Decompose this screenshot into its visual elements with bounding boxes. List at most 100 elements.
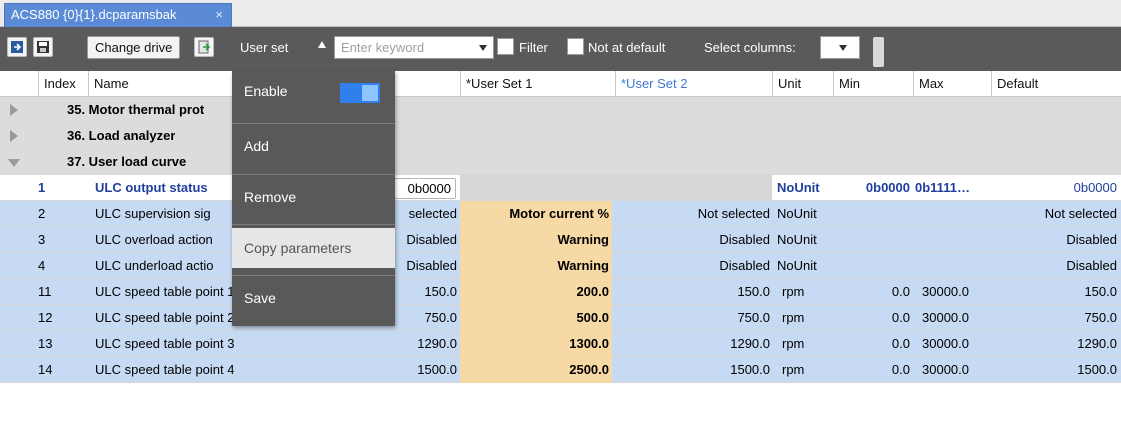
group-row[interactable]: 36. Load analyzer: [0, 123, 1121, 149]
not-at-default-checkbox[interactable]: [567, 38, 584, 55]
user-set-menu-label[interactable]: User set: [240, 40, 288, 55]
row-user-set-2[interactable]: Disabled: [615, 253, 770, 279]
table-row[interactable]: 13 ULC speed table point 3 1290.0 1300.0…: [0, 331, 1121, 357]
row-value[interactable]: 1500.0: [395, 357, 457, 383]
collapse-icon[interactable]: [8, 159, 20, 167]
table-row[interactable]: 11 ULC speed table point 1 150.0 200.0 1…: [0, 279, 1121, 305]
chevron-down-icon[interactable]: [479, 45, 487, 51]
export-icon[interactable]: [194, 37, 214, 57]
row-max: 30000.0: [922, 362, 969, 377]
row-user-set-2[interactable]: 1500.0: [615, 357, 770, 383]
row-user-set-2[interactable]: 750.0: [615, 305, 770, 331]
row-value-field[interactable]: 0b0000: [394, 178, 456, 199]
expand-icon[interactable]: [10, 130, 18, 142]
row-name: ULC overload action: [95, 232, 213, 247]
row-name: ULC speed table point 3: [95, 336, 235, 351]
enable-toggle[interactable]: [340, 83, 380, 103]
group-label: 37. User load curve: [67, 154, 187, 169]
row-user-set-1[interactable]: Warning: [460, 253, 612, 279]
table-row[interactable]: 3 ULC overload action Disabled Warning D…: [0, 227, 1121, 253]
not-at-default-label: Not at default: [588, 40, 666, 55]
row-default: 0b0000: [1073, 180, 1117, 195]
column-header-user-set-1[interactable]: *User Set 1: [460, 71, 532, 97]
table-row[interactable]: 12 ULC speed table point 2 750.0 500.0 7…: [0, 305, 1121, 331]
table-row[interactable]: 14 ULC speed table point 4 1500.0 2500.0…: [0, 357, 1121, 383]
row-index: 11: [38, 284, 52, 299]
table-row[interactable]: 1 ULC output status 0b0000 NoUnit 0b0000…: [0, 175, 1121, 201]
table-row[interactable]: 2 ULC supervision sig selected Motor cur…: [0, 201, 1121, 227]
row-default: 1500.0: [1077, 362, 1117, 377]
row-user-set-2[interactable]: 1290.0: [615, 331, 770, 357]
menu-item-copy-parameters[interactable]: Copy parameters: [232, 228, 395, 268]
menu-item-add[interactable]: Add: [232, 126, 395, 166]
row-index: 1: [38, 180, 46, 195]
column-header-index[interactable]: Index: [38, 71, 76, 97]
row-user-set-1[interactable]: 2500.0: [460, 357, 612, 383]
group-row[interactable]: 35. Motor thermal prot: [0, 97, 1121, 123]
save-icon[interactable]: [33, 37, 53, 57]
row-max: 30000.0: [922, 310, 969, 325]
row-index: 14: [38, 362, 53, 377]
caret-up-icon[interactable]: [318, 41, 326, 48]
row-index: 12: [38, 310, 53, 325]
tab-document[interactable]: ACS880 {0}{1}.dcparamsbak ×: [4, 3, 232, 27]
row-index: 2: [38, 206, 46, 221]
row-unit: rpm: [782, 362, 805, 377]
row-user-set-2[interactable]: 150.0: [615, 279, 770, 305]
tab-title: ACS880 {0}{1}.dcparamsbak: [11, 7, 177, 22]
row-unit: rpm: [782, 336, 805, 351]
row-max: 30000.0: [922, 284, 969, 299]
row-user-set-2[interactable]: Disabled: [615, 227, 770, 253]
filter-checkbox[interactable]: [497, 38, 514, 55]
row-max: 0b1111…: [915, 180, 970, 195]
change-drive-button[interactable]: Change drive: [87, 36, 181, 59]
import-icon[interactable]: [7, 37, 27, 57]
menu-divider: [232, 224, 395, 225]
row-value[interactable]: Disabled: [395, 253, 457, 279]
column-header-name[interactable]: Name: [88, 71, 129, 97]
row-unit: NoUnit: [777, 206, 817, 221]
table-header: Index Name *User Set 1 *User Set 2 Unit …: [0, 71, 1121, 97]
menu-item-save[interactable]: Save: [232, 278, 395, 318]
row-name: ULC output status: [95, 180, 208, 195]
row-unit: NoUnit: [777, 232, 817, 247]
tab-close-icon[interactable]: ×: [215, 4, 223, 26]
column-header-default[interactable]: Default: [991, 71, 1038, 97]
group-row[interactable]: 37. User load curve: [0, 149, 1121, 175]
toolbar: Change drive User set Filter Not at defa…: [0, 27, 1121, 71]
row-index: 13: [38, 336, 53, 351]
column-header-min[interactable]: Min: [833, 71, 860, 97]
table-row[interactable]: 4 ULC underload actio Disabled Warning D…: [0, 253, 1121, 279]
expand-icon[interactable]: [10, 104, 18, 116]
row-user-set-1[interactable]: 1300.0: [460, 331, 612, 357]
row-max: 30000.0: [922, 336, 969, 351]
select-columns-dropdown[interactable]: [820, 36, 860, 59]
row-unit: rpm: [782, 310, 805, 325]
row-user-set-1[interactable]: Motor current %: [460, 201, 612, 227]
toggle-knob: [361, 84, 379, 102]
row-user-set-1[interactable]: 200.0: [460, 279, 612, 305]
row-user-set-1[interactable]: 500.0: [460, 305, 612, 331]
search-field[interactable]: [334, 36, 494, 59]
row-min: 0.0: [891, 310, 910, 325]
row-value[interactable]: 1290.0: [395, 331, 457, 357]
column-header-unit[interactable]: Unit: [772, 71, 801, 97]
row-value[interactable]: 150.0: [395, 279, 457, 305]
toolbar-scroll-handle[interactable]: [873, 37, 884, 67]
row-unit: rpm: [782, 284, 805, 299]
column-header-user-set-2[interactable]: *User Set 2: [615, 71, 687, 97]
row-min: 0.0: [891, 284, 910, 299]
row-value[interactable]: selected: [395, 201, 457, 227]
menu-item-remove[interactable]: Remove: [232, 177, 395, 217]
row-value[interactable]: 750.0: [395, 305, 457, 331]
group-label: 35. Motor thermal prot: [67, 102, 205, 117]
row-user-set-1[interactable]: Warning: [460, 227, 612, 253]
row-value[interactable]: Disabled: [395, 227, 457, 253]
row-unit: NoUnit: [777, 258, 817, 273]
group-label: 36. Load analyzer: [67, 128, 176, 143]
column-header-max[interactable]: Max: [913, 71, 944, 97]
chevron-down-icon[interactable]: [839, 45, 847, 51]
row-user-set-2[interactable]: Not selected: [615, 201, 770, 227]
menu-item-enable[interactable]: Enable: [232, 71, 395, 111]
search-input[interactable]: [335, 37, 475, 58]
